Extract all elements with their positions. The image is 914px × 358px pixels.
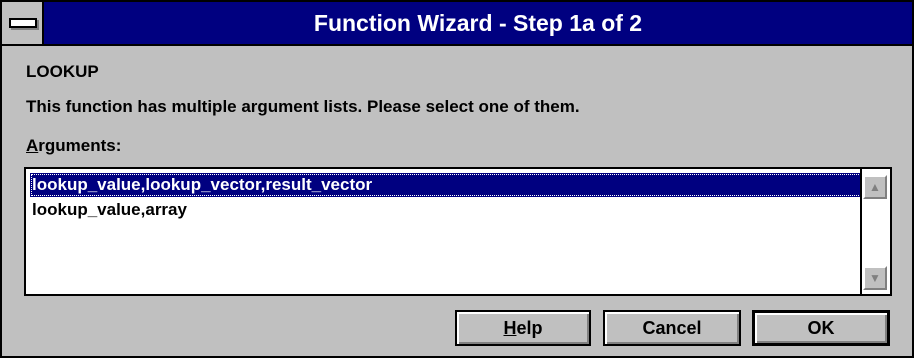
ok-button[interactable]: OK — [752, 310, 890, 346]
vertical-scrollbar[interactable]: ▲ ▼ — [860, 169, 890, 294]
arguments-label-accelerator: A — [26, 136, 39, 155]
title-bar[interactable]: Function Wizard - Step 1a of 2 — [2, 2, 912, 46]
arguments-label: Arguments: — [26, 136, 121, 156]
list-item[interactable]: lookup_value,lookup_vector,result_vector — [30, 173, 864, 197]
help-button-label: elp — [516, 318, 543, 338]
arguments-listbox[interactable]: lookup_value,lookup_vector,result_vector… — [24, 167, 892, 296]
scroll-up-arrow-icon[interactable]: ▲ — [863, 175, 887, 199]
help-button[interactable]: Help — [455, 310, 591, 346]
cancel-button[interactable]: Cancel — [603, 310, 741, 346]
arguments-label-rest: rguments: — [38, 136, 122, 155]
description-text: This function has multiple argument list… — [26, 97, 580, 116]
list-item[interactable]: lookup_value,array — [30, 198, 187, 222]
system-menu-button[interactable] — [2, 2, 44, 44]
system-menu-icon — [9, 18, 37, 28]
scroll-down-arrow-icon[interactable]: ▼ — [863, 266, 887, 290]
function-wizard-dialog: Function Wizard - Step 1a of 2 LOOKUP Th… — [0, 0, 914, 358]
window-title: Function Wizard - Step 1a of 2 — [313, 10, 643, 36]
function-name: LOOKUP — [26, 62, 99, 81]
help-button-accelerator: H — [503, 318, 517, 338]
